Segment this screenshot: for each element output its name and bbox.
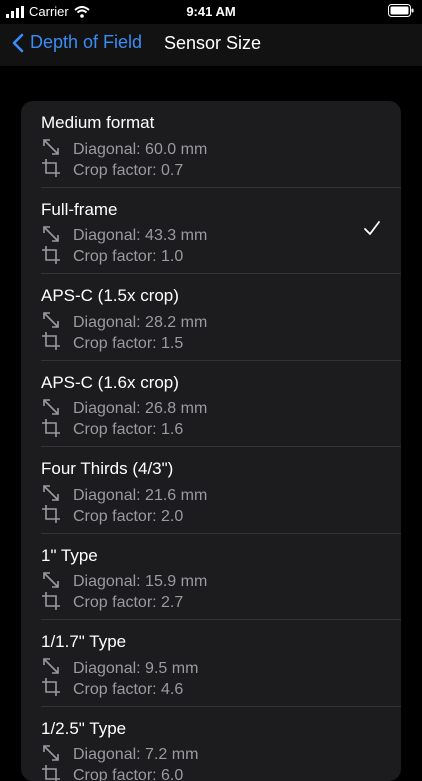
checkmark-icon xyxy=(363,220,381,241)
crop-factor-value: Crop factor: 2.0 xyxy=(73,508,183,526)
diagonal-value: Diagonal: 60.0 mm xyxy=(73,141,207,159)
sensor-row[interactable]: Full-frame Diagonal: 43.3 mm Crop factor: … xyxy=(21,188,401,275)
sensor-row[interactable]: APS-C (1.6x crop) Diagonal: 26.8 mm Crop f… xyxy=(21,361,401,448)
crop-icon xyxy=(41,245,73,270)
crop-line: Crop factor: 1.5 xyxy=(41,331,183,356)
page-title: Sensor Size xyxy=(164,33,261,54)
crop-factor-value: Crop factor: 1.0 xyxy=(73,248,183,266)
back-label: Depth of Field xyxy=(30,32,142,53)
sensor-name: 1/1.7" Type xyxy=(41,632,126,652)
crop-icon xyxy=(41,158,73,183)
crop-icon xyxy=(41,677,73,702)
sensor-name: 1" Type xyxy=(41,546,98,566)
crop-icon xyxy=(41,764,73,781)
chevron-left-icon xyxy=(12,33,24,53)
crop-line: Crop factor: 0.7 xyxy=(41,158,183,183)
diagonal-value: Diagonal: 28.2 mm xyxy=(73,314,207,332)
sensor-name: APS-C (1.5x crop) xyxy=(41,286,179,306)
crop-icon xyxy=(41,591,73,616)
crop-factor-value: Crop factor: 2.7 xyxy=(73,594,183,612)
crop-icon xyxy=(41,331,73,356)
crop-line: Crop factor: 2.7 xyxy=(41,591,183,616)
sensor-row[interactable]: 1/2.5" Type Diagonal: 7.2 mm Crop factor: … xyxy=(21,707,401,781)
crop-factor-value: Crop factor: 0.7 xyxy=(73,162,183,180)
back-button[interactable]: Depth of Field xyxy=(12,32,142,53)
sensor-list: Medium format Diagonal: 60.0 mm Crop facto… xyxy=(21,101,401,781)
sensor-row[interactable]: Four Thirds (4/3") Diagonal: 21.6 mm Crop … xyxy=(21,447,401,534)
status-bar: Carrier 9:41 AM xyxy=(0,0,422,24)
crop-factor-value: Crop factor: 1.5 xyxy=(73,335,183,353)
sensor-row[interactable]: 1" Type Diagonal: 15.9 mm Crop factor: 2.7 xyxy=(21,534,401,621)
diagonal-value: Diagonal: 9.5 mm xyxy=(73,660,198,678)
diagonal-value: Diagonal: 43.3 mm xyxy=(73,227,207,245)
crop-icon xyxy=(41,418,73,443)
diagonal-value: Diagonal: 15.9 mm xyxy=(73,573,207,591)
crop-line: Crop factor: 2.0 xyxy=(41,504,183,529)
crop-line: Crop factor: 1.0 xyxy=(41,245,183,270)
sensor-name: 1/2.5" Type xyxy=(41,719,126,739)
sensor-name: APS-C (1.6x crop) xyxy=(41,373,179,393)
diagonal-value: Diagonal: 26.8 mm xyxy=(73,400,207,418)
crop-factor-value: Crop factor: 4.6 xyxy=(73,681,183,699)
navigation-bar: Depth of Field Sensor Size xyxy=(0,24,422,66)
crop-line: Crop factor: 6.0 xyxy=(41,764,183,781)
sensor-name: Full-frame xyxy=(41,200,118,220)
crop-line: Crop factor: 1.6 xyxy=(41,418,183,443)
sensor-row[interactable]: 1/1.7" Type Diagonal: 9.5 mm Crop factor: … xyxy=(21,620,401,707)
sensor-row[interactable]: APS-C (1.5x crop) Diagonal: 28.2 mm Crop f… xyxy=(21,274,401,361)
diagonal-value: Diagonal: 7.2 mm xyxy=(73,746,198,764)
crop-icon xyxy=(41,504,73,529)
diagonal-value: Diagonal: 21.6 mm xyxy=(73,487,207,505)
crop-line: Crop factor: 4.6 xyxy=(41,677,183,702)
status-time: 9:41 AM xyxy=(0,4,422,19)
crop-factor-value: Crop factor: 6.0 xyxy=(73,767,183,781)
crop-factor-value: Crop factor: 1.6 xyxy=(73,421,183,439)
sensor-name: Medium format xyxy=(41,113,154,133)
sensor-row[interactable]: Medium format Diagonal: 60.0 mm Crop facto… xyxy=(21,101,401,188)
sensor-name: Four Thirds (4/3") xyxy=(41,459,173,479)
battery-icon xyxy=(388,4,414,20)
